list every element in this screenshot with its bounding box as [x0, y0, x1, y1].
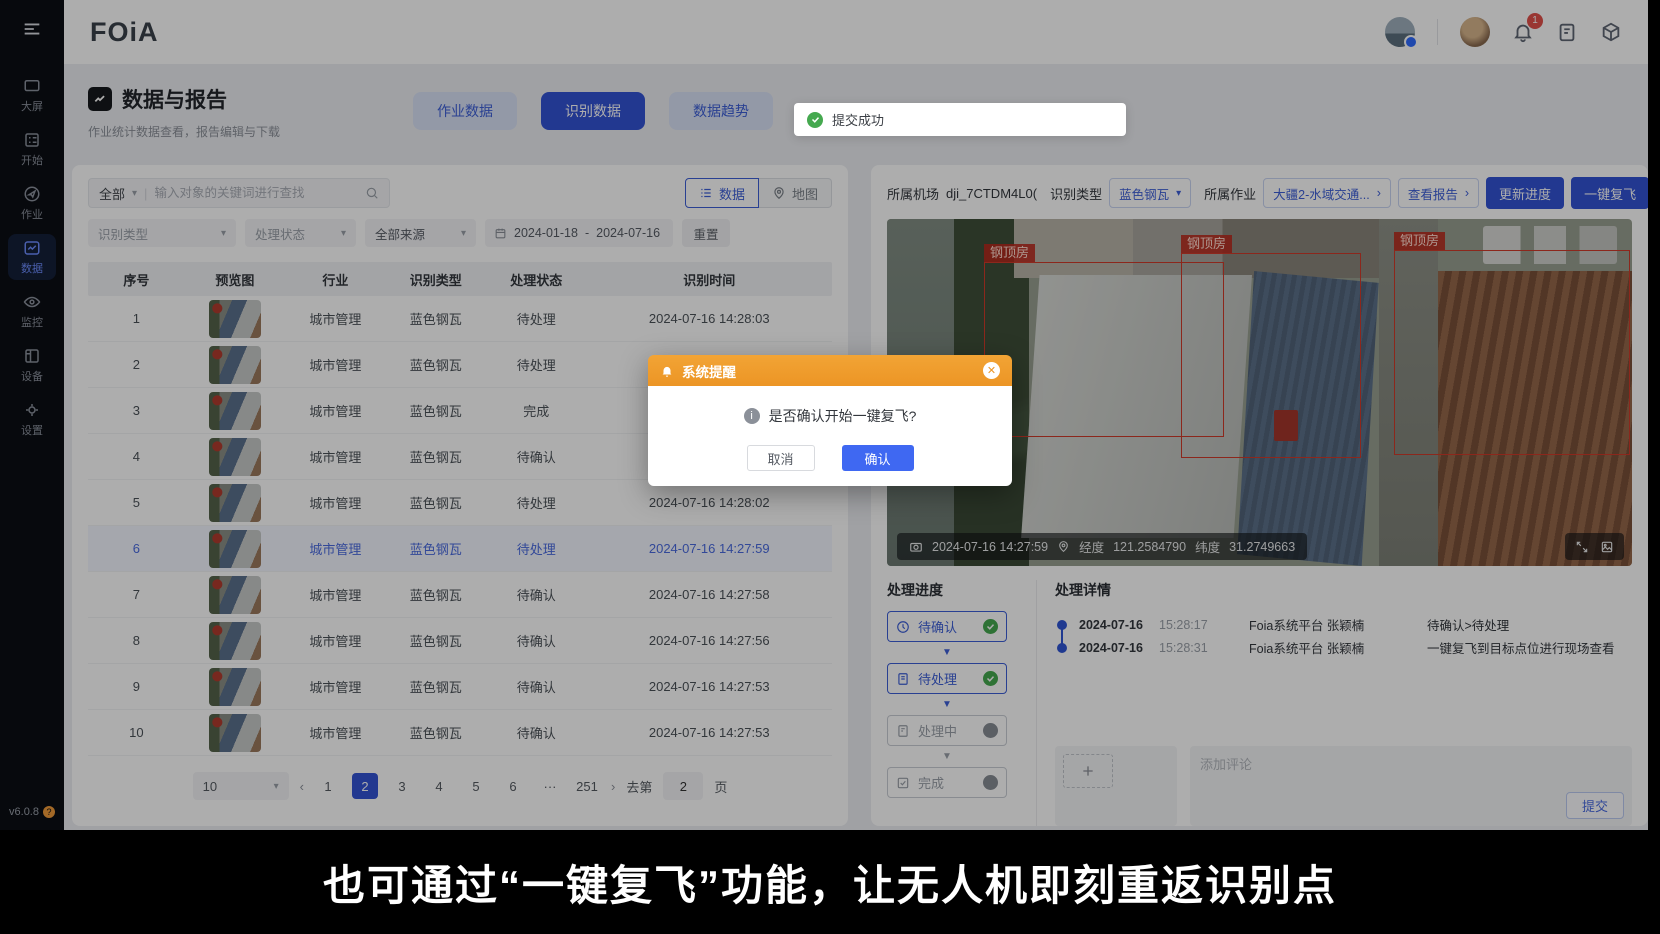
- modal-body: i 是否确认开始一键复飞? 取消 确认: [648, 386, 1012, 486]
- toast-message: 提交成功: [832, 110, 884, 129]
- confirm-button[interactable]: 确认: [842, 445, 914, 471]
- modal-message-row: i 是否确认开始一键复飞?: [668, 406, 992, 426]
- system-alert-modal: 系统提醒 ✕ i 是否确认开始一键复飞? 取消 确认: [648, 355, 1012, 486]
- success-check-icon: [807, 112, 823, 128]
- cancel-button[interactable]: 取消: [747, 445, 815, 471]
- app-window: 大屏 开始 作业 数据 监控 设备: [0, 0, 1648, 830]
- modal-title: 系统提醒: [682, 361, 736, 381]
- bell-icon: [660, 364, 674, 378]
- close-icon[interactable]: ✕: [983, 362, 1000, 379]
- subtitle-text: 也可通过“一键复飞”功能，让无人机即刻重返识别点: [323, 852, 1337, 913]
- modal-buttons: 取消 确认: [668, 445, 992, 471]
- info-icon: i: [744, 408, 760, 424]
- subtitle-bar: 也可通过“一键复飞”功能，让无人机即刻重返识别点: [0, 830, 1660, 934]
- modal-message: 是否确认开始一键复飞?: [769, 406, 917, 426]
- modal-header: 系统提醒 ✕: [648, 355, 1012, 386]
- success-toast: 提交成功: [794, 103, 1126, 136]
